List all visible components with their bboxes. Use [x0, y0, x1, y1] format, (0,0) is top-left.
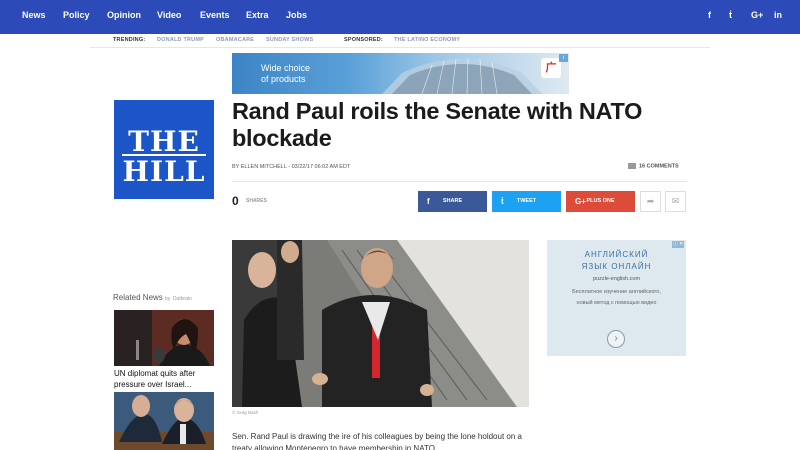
nav-item-jobs[interactable]: Jobs	[286, 10, 307, 20]
banner-ad-line2: of products	[261, 74, 306, 84]
article-body: Sen. Rand Paul is drawing the ire of his…	[232, 432, 522, 450]
tweet-label: TWEET	[516, 198, 537, 204]
trending-link-obamacare[interactable]: OBAMACARE	[216, 37, 254, 43]
twitter-icon[interactable]: ṫ	[729, 10, 732, 20]
sponsored-label: SPONSORED:	[344, 37, 383, 43]
plus-one-label: PLUS ONE	[586, 198, 615, 204]
banner-ad[interactable]: Wide choice of products 广 i	[232, 53, 569, 94]
email-icon: ✉	[671, 196, 680, 206]
trending-link-sunday-shows[interactable]: SUNDAY SHOWS	[266, 37, 313, 43]
trending-label: TRENDING:	[113, 37, 146, 43]
nav-item-news[interactable]: News	[22, 10, 46, 20]
un-diplomat-photo	[114, 310, 214, 366]
related-news-title: Related News	[113, 293, 163, 302]
facebook-share-button[interactable]: f SHARE	[418, 191, 487, 212]
share-arrow-icon: ➦	[646, 196, 655, 206]
shares-count: 0	[232, 194, 239, 208]
byline-divider	[232, 181, 687, 182]
rand-paul-escalator-photo	[232, 240, 529, 407]
shares-label: SHARES	[246, 198, 267, 204]
twitter-tweet-button[interactable]: ṫ TWEET	[492, 191, 561, 212]
related-item-thumbnail-2[interactable]	[114, 392, 214, 450]
linkedin-icon[interactable]: in	[774, 10, 782, 20]
related-item-title[interactable]: UN diplomat quits after pressure over Is…	[114, 368, 214, 390]
article-photo	[232, 240, 529, 407]
trending-divider	[90, 47, 710, 48]
ad-info-icon[interactable]: i	[559, 54, 568, 62]
sponsored-link[interactable]: THE LATINO ECONOMY	[394, 37, 460, 43]
photo-credit: © Greg Nash	[232, 410, 259, 415]
related-news-heading: Related News by Outbrain	[113, 293, 192, 302]
sidebar-ad-heading: АНГЛИЙСКИЙ ЯЗЫК ОНЛАЙН	[547, 249, 686, 273]
chevron-right-icon[interactable]: ›	[607, 330, 625, 348]
article-title: Rand Paul roils the Senate with NATO blo…	[232, 98, 643, 151]
email-share-button[interactable]: ✉	[665, 191, 686, 212]
comments-count: 16 COMMENTS	[639, 163, 679, 170]
outbrain-by: by	[165, 296, 171, 302]
article-byline: BY ELLEN MITCHELL - 03/22/17 06:02 AM ED…	[232, 164, 351, 170]
share-label: SHARE	[442, 198, 463, 204]
logo-divider	[122, 154, 206, 156]
canton-fair-logo: 广	[541, 58, 561, 78]
google-plus-one-button[interactable]: G+ PLUS ONE	[566, 191, 635, 212]
comments-link[interactable]: 16 COMMENTS	[628, 163, 679, 169]
nav-item-opinion[interactable]: Opinion	[107, 10, 141, 20]
building-illustration	[382, 57, 542, 94]
sidebar-ad-line2: ЯЗЫК ОНЛАЙН	[581, 262, 652, 271]
google-plus-icon[interactable]: G+	[751, 10, 763, 20]
banner-ad-line1: Wide choice	[261, 63, 311, 73]
comment-icon	[628, 163, 636, 169]
sidebar-ad-description: Бесплатное изучение английского, новый м…	[572, 289, 661, 306]
senate-hearing-photo	[114, 392, 214, 450]
top-nav-bar: News Policy Opinion Video Events Extra J…	[0, 0, 800, 34]
sidebar-ad-line1: АНГЛИЙСКИЙ	[584, 250, 649, 259]
trending-link-donald-trump[interactable]: DONALD TRUMP	[157, 37, 204, 43]
nav-item-policy[interactable]: Policy	[63, 10, 90, 20]
sidebar-ad[interactable]: АНГЛИЙСКИЙ ЯЗЫК ОНЛАЙН puzzle-english.co…	[547, 240, 686, 356]
the-hill-logo[interactable]: THE HILL	[114, 100, 214, 199]
logo-line2: HILL	[122, 155, 206, 188]
facebook-icon[interactable]: f	[708, 10, 711, 20]
nav-item-extra[interactable]: Extra	[246, 10, 269, 20]
related-item-thumbnail[interactable]	[114, 310, 214, 366]
more-share-button[interactable]: ➦	[640, 191, 661, 212]
ad-choices-icon[interactable]: ⓘ ✕	[672, 241, 684, 248]
nav-item-video[interactable]: Video	[157, 10, 181, 20]
outbrain-logo[interactable]: Outbrain	[173, 296, 192, 302]
sidebar-ad-url: puzzle-english.com	[592, 276, 641, 282]
nav-item-events[interactable]: Events	[200, 10, 230, 20]
banner-ad-text: Wide choice of products	[261, 63, 310, 85]
